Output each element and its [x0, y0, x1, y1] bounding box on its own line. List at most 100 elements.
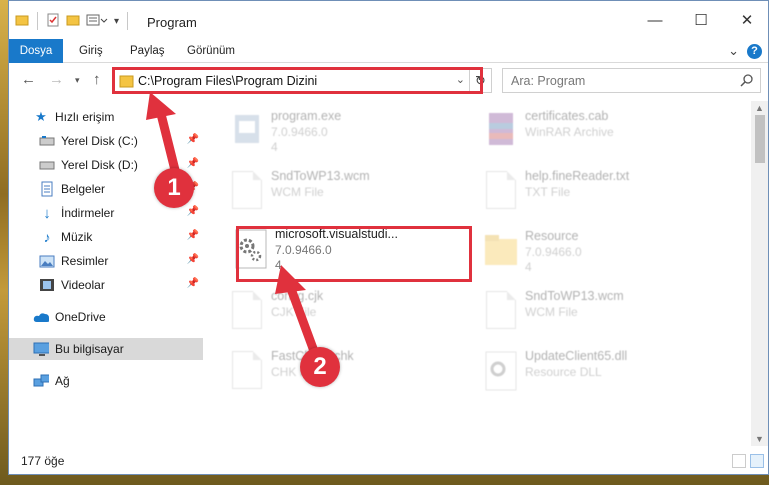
- file-explorer-window: ▾ Program — ☐ ✕ Dosya Giriş Paylaş Görün…: [8, 0, 769, 475]
- nav-label: OneDrive: [55, 310, 106, 324]
- tab-paylas[interactable]: Paylaş: [130, 39, 165, 63]
- file-tile[interactable]: UpdateClient65.dll Resource DLL: [477, 345, 717, 397]
- scroll-up-icon[interactable]: ▲: [755, 103, 764, 113]
- file-name: help.fineReader.txt: [525, 169, 630, 183]
- file-icon: [227, 349, 267, 395]
- nav-item-resimler[interactable]: Resimler 📌: [9, 250, 203, 272]
- drive-icon: [39, 133, 55, 149]
- customize-toolbar-icon[interactable]: [86, 13, 108, 30]
- help-icon[interactable]: ?: [747, 43, 762, 59]
- nav-onedrive[interactable]: OneDrive: [9, 306, 203, 328]
- pin-icon[interactable]: 📌: [187, 278, 199, 289]
- file-tile[interactable]: SndToWP13.wcm WCM File: [477, 285, 717, 337]
- window-title: Program: [147, 15, 197, 30]
- cloud-icon: [33, 309, 49, 325]
- file-name: program.exe: [271, 109, 342, 123]
- nav-quick-access[interactable]: ★ Hızlı erişim: [9, 106, 203, 128]
- pictures-icon: [39, 253, 55, 269]
- search-input[interactable]: Ara: Program: [511, 74, 585, 88]
- view-switcher: [732, 454, 764, 468]
- tab-dosya[interactable]: Dosya: [9, 39, 63, 63]
- nav-label: Videolar: [61, 278, 105, 292]
- expand-ribbon-icon[interactable]: ⌄: [728, 43, 739, 59]
- vertical-scrollbar[interactable]: ▲ ▼: [751, 101, 768, 446]
- file-icon: [227, 289, 267, 335]
- file-name: config.cjk: [271, 289, 324, 303]
- nav-label: Bu bilgisayar: [55, 342, 124, 356]
- title-divider: [127, 12, 129, 30]
- pin-icon[interactable]: 📌: [187, 206, 199, 217]
- file-tile[interactable]: help.fineReader.txt TXT File: [477, 165, 717, 217]
- search-box[interactable]: Ara: Program: [502, 68, 761, 93]
- scroll-down-icon[interactable]: ▼: [755, 434, 764, 444]
- file-type: 7.0.9466.0: [525, 245, 582, 259]
- file-size: 4: [525, 260, 532, 274]
- nav-item-disk-c[interactable]: Yerel Disk (C:) 📌: [9, 130, 203, 152]
- toolbar-divider: [37, 12, 38, 30]
- file-tile[interactable]: FastCheck.chk CHK File: [223, 345, 463, 397]
- file-type: Resource DLL: [525, 365, 602, 379]
- search-icon: [740, 73, 754, 90]
- properties-icon[interactable]: [46, 13, 60, 30]
- nav-label: Hızlı erişim: [55, 110, 115, 124]
- downloads-icon: ↓: [43, 204, 51, 222]
- tiles-view-button[interactable]: [750, 454, 764, 468]
- ribbon-tabs: Dosya Giriş Paylaş Görünüm ⌄ ?: [9, 39, 768, 63]
- pin-icon[interactable]: 📌: [187, 230, 199, 241]
- computer-icon: [33, 341, 49, 357]
- status-bar: 177 öğe: [9, 446, 768, 474]
- pin-icon[interactable]: 📌: [187, 158, 199, 169]
- address-row: ← → ▾ ↑ C:\Program Files\Program Dizini …: [9, 64, 768, 96]
- nav-network[interactable]: Ağ: [9, 370, 203, 392]
- navigation-pane: ★ Hızlı erişim Yerel Disk (C:) 📌 Yerel D…: [9, 101, 205, 446]
- nav-label: Müzik: [61, 230, 93, 244]
- nav-item-muzik[interactable]: ♪ Müzik 📌: [9, 226, 203, 248]
- file-icon: [481, 169, 521, 215]
- file-tile[interactable]: certificates.cab WinRAR Archive: [477, 105, 717, 157]
- forward-arrow-icon[interactable]: →: [49, 71, 64, 88]
- up-arrow-icon[interactable]: ↑: [93, 71, 101, 88]
- file-size: 4: [271, 140, 278, 154]
- nav-label: İndirmeler: [61, 206, 115, 220]
- file-tile[interactable]: SndToWP13.wcm WCM File: [223, 165, 463, 217]
- file-icon: [481, 289, 521, 335]
- file-type: 7.0.9466.0: [271, 125, 328, 139]
- minimize-button[interactable]: —: [632, 1, 678, 39]
- pin-icon[interactable]: 📌: [187, 134, 199, 145]
- file-type: WinRAR Archive: [525, 125, 614, 139]
- nav-this-pc[interactable]: Bu bilgisayar: [9, 338, 203, 360]
- recent-locations-icon[interactable]: ▾: [75, 75, 80, 86]
- maximize-button[interactable]: ☐: [678, 1, 724, 39]
- file-tile[interactable]: program.exe 7.0.9466.0 4: [223, 105, 463, 157]
- pin-icon[interactable]: 📌: [187, 254, 199, 265]
- nav-label: Ağ: [55, 374, 70, 388]
- file-type: CJK File: [271, 305, 317, 319]
- quick-access-dropdown-icon[interactable]: ▾: [114, 16, 119, 27]
- tab-gorunum[interactable]: Görünüm: [187, 39, 235, 63]
- tab-giris[interactable]: Giriş: [79, 39, 103, 63]
- new-folder-icon[interactable]: [66, 13, 80, 30]
- item-count: 177 öğe: [21, 454, 65, 468]
- drive-icon: [39, 157, 55, 173]
- nav-label: Belgeler: [61, 182, 106, 196]
- file-name: Resource: [525, 229, 579, 243]
- star-icon: ★: [35, 109, 47, 124]
- file-tile[interactable]: config.cjk CJK File: [223, 285, 463, 337]
- file-name: UpdateClient65.dll: [525, 349, 628, 363]
- file-tile[interactable]: Resource 7.0.9466.0 4: [477, 225, 717, 277]
- nav-label: Yerel Disk (D:): [61, 158, 138, 172]
- ribbon-right-controls: ⌄ ?: [728, 43, 762, 59]
- archive-icon: [481, 109, 521, 155]
- scroll-thumb[interactable]: [755, 115, 765, 163]
- network-icon: [33, 373, 49, 389]
- details-view-button[interactable]: [732, 454, 746, 468]
- file-name: SndToWP13.wcm: [271, 169, 370, 183]
- file-name: certificates.cab: [525, 109, 609, 123]
- close-button[interactable]: ✕: [724, 1, 768, 39]
- back-arrow-icon[interactable]: ←: [21, 71, 36, 88]
- file-highlight-box: [236, 226, 472, 282]
- nav-item-videolar[interactable]: Videolar 📌: [9, 274, 203, 296]
- title-bar: ▾ Program — ☐ ✕: [9, 1, 768, 39]
- window-controls: — ☐ ✕: [632, 1, 768, 39]
- folder-icon[interactable]: [15, 13, 29, 30]
